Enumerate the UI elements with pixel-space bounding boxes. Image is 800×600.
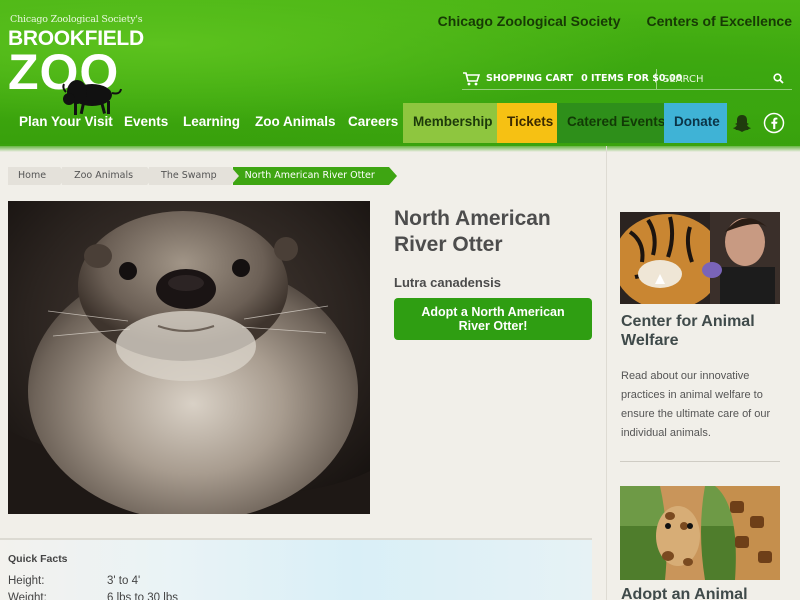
tiger-vet-photo[interactable] (620, 212, 780, 304)
main-nav: Plan Your Visit Events Learning Zoo Anim… (0, 103, 800, 143)
otter-photo (8, 201, 370, 514)
fact-value: 6 lbs to 30 lbs (107, 592, 178, 600)
breadcrumb-current: North American River Otter (232, 167, 397, 185)
breadcrumb-zoo-animals[interactable]: Zoo Animals (62, 167, 156, 185)
nav-learning[interactable]: Learning (173, 103, 250, 143)
giraffe-photo[interactable] (620, 486, 780, 580)
cart-bar: SHOPPING CART 0 ITEMS FOR $0.00 (462, 68, 792, 90)
nav-catered-events[interactable]: Catered Events (557, 103, 665, 143)
nav-tickets[interactable]: Tickets (497, 103, 557, 143)
breadcrumb-home[interactable]: Home (8, 167, 69, 185)
search-box (656, 69, 792, 89)
nav-careers[interactable]: Careers (338, 103, 408, 143)
shopping-cart-icon[interactable] (462, 71, 480, 86)
center-for-animal-welfare-text: Read about our innovative practices in a… (621, 370, 771, 439)
breadcrumb: Home Zoo Animals The Swamp North America… (8, 167, 397, 185)
facebook-icon[interactable] (763, 112, 785, 134)
nav-donate[interactable]: Donate (664, 103, 727, 143)
search-icon[interactable] (773, 73, 784, 84)
logo-subtitle: Chicago Zoological Society's (10, 14, 143, 25)
brookfield-zoo-logo[interactable]: Chicago Zoological Society's BROOKFIELD … (8, 12, 144, 115)
quick-facts-title: Quick Facts (8, 553, 68, 565)
fact-label: Weight: (8, 592, 47, 600)
chicago-zoological-society-link[interactable]: Chicago Zoological Society (438, 13, 621, 29)
nav-zoo-animals[interactable]: Zoo Animals (245, 103, 346, 143)
nav-events[interactable]: Events (114, 103, 178, 143)
fact-label: Height: (8, 575, 45, 587)
site-header: Chicago Zoological Society's BROOKFIELD … (0, 0, 800, 152)
nav-plan-your-visit[interactable]: Plan Your Visit (9, 103, 123, 143)
centers-of-excellence-link[interactable]: Centers of Excellence (646, 13, 792, 29)
breadcrumb-the-swamp[interactable]: The Swamp (149, 167, 239, 185)
sidebar-divider (620, 461, 780, 462)
center-for-animal-welfare-title[interactable]: Center for Animal Welfare (621, 312, 781, 350)
fact-value: 3' to 4' (107, 575, 141, 587)
adopt-an-animal-title[interactable]: Adopt an Animal (621, 586, 791, 600)
shopping-cart-link[interactable]: SHOPPING CART (486, 73, 573, 84)
page-title: North American River Otter (394, 207, 551, 256)
snapchat-icon[interactable] (731, 112, 753, 134)
quick-facts-panel (0, 538, 592, 600)
nav-membership[interactable]: Membership (403, 103, 497, 143)
search-input[interactable] (663, 71, 769, 87)
scientific-name: Lutra canadensis (394, 275, 501, 290)
top-links: Chicago Zoological Society Centers of Ex… (438, 13, 792, 29)
adopt-otter-button[interactable]: Adopt a North American River Otter! (394, 298, 592, 340)
